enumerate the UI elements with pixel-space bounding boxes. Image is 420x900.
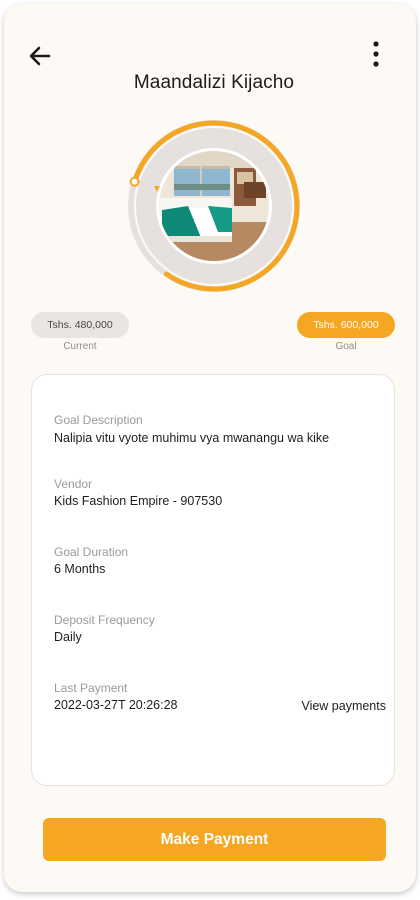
deposit-frequency-value: Daily [54,630,82,644]
more-vertical-icon [373,41,379,67]
progress-start-knob [129,176,140,187]
last-payment-value: 2022-03-27T 20:26:28 [54,698,178,712]
goal-details-card: Goal Description Nalipia vitu vyote muhi… [31,374,395,786]
last-payment-label: Last Payment [54,681,128,695]
current-caption: Current [63,341,97,352]
goal-detail-screen: Maandalizi Kijacho Tshs. 480,000 Current… [4,4,416,892]
goal-description-value: Nalipia vitu vyote muhimu vya mwanangu w… [54,431,330,445]
goal-duration-value: 6 Months [54,562,106,576]
goal-progress-ring [128,120,300,292]
goal-caption: Goal [335,341,357,352]
current-amount-badge: Tshs. 480,000 [31,312,129,338]
page-title: Maandalizi Kijacho [133,72,295,93]
arrow-left-icon [29,46,51,66]
more-options-button[interactable] [364,38,388,72]
goal-description-label: Goal Description [54,413,143,427]
vendor-value: Kids Fashion Empire - 907530 [54,494,223,508]
goal-duration-label: Goal Duration [54,545,129,559]
view-payments-link[interactable]: View payments [301,699,386,713]
vendor-label: Vendor [54,477,93,491]
goal-amount-badge: Tshs. 600,000 [297,312,395,338]
deposit-frequency-label: Deposit Frequency [54,613,155,627]
back-button[interactable] [24,40,56,72]
make-payment-button[interactable]: Make Payment [43,818,386,861]
